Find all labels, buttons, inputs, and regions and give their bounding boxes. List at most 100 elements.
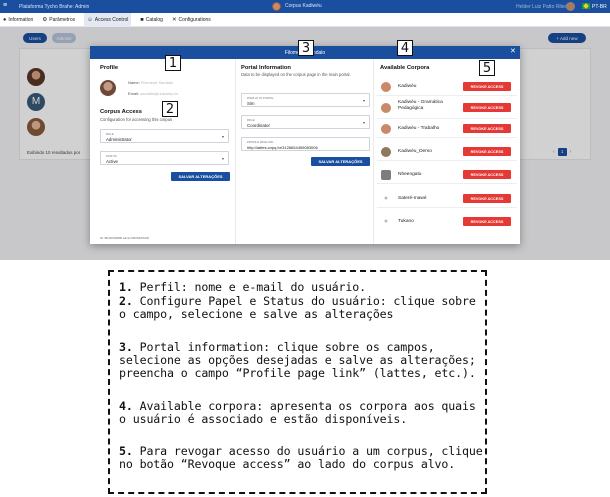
field-value: Active <box>106 158 118 164</box>
save-portal-button[interactable]: SALVAR ALTERAÇÕES <box>311 157 370 166</box>
tab-information[interactable]: ● Information <box>3 13 33 27</box>
instruction-2: 2. Configure Papel e Status do usuário: … <box>119 294 483 322</box>
close-icon[interactable]: ✕ <box>510 48 516 56</box>
portal-info-subtitle: Data to be displayed on the corpus page … <box>241 72 351 77</box>
profile-email: Email: sandalo@unicamp.br <box>128 91 178 96</box>
brazil-flag-icon[interactable] <box>582 3 590 9</box>
tab-catalog[interactable]: ■ Catalog <box>140 13 163 27</box>
corpus-logo-icon <box>381 124 391 134</box>
field-value: http://lattes.cnpq.br/3128654459083006 <box>247 144 318 150</box>
callout-4: 4 <box>397 40 413 56</box>
corpus-access-title: Corpus Access <box>100 109 142 115</box>
settings-icon: ⚙ <box>42 16 48 23</box>
chevron-down-icon: ▾ <box>362 98 365 103</box>
book-icon: ■ <box>140 16 144 23</box>
corpus-name: Kadiwéu - Trabalho <box>398 126 440 131</box>
status-select[interactable]: STATUS Active ▾ <box>100 151 229 165</box>
field-label: STATUS <box>106 153 117 158</box>
person-icon: ● <box>383 218 389 225</box>
tab-access-control[interactable]: ☺ Access Control <box>84 12 132 27</box>
list-item: ● Tukano REVOKE ACCESS <box>377 213 517 231</box>
revoke-access-button[interactable]: REVOKE ACCESS <box>463 194 511 203</box>
field-value: Administrator <box>106 136 132 142</box>
list-item: ● Sateré-mawé REVOKE ACCESS <box>377 190 517 208</box>
user-modal: Filomena Sandalo ✕ Profile Name: Filomen… <box>90 46 520 244</box>
tab-label: Access Control <box>94 16 129 23</box>
revoke-access-button[interactable]: REVOKE ACCESS <box>463 103 511 112</box>
revoke-access-button[interactable]: REVOKE ACCESS <box>463 217 511 226</box>
field-label: DISPLAY IN PORTAL <box>247 95 274 100</box>
app-screenshot: ≡ Plataforma Tycho Brahe: Admin Corpus K… <box>0 0 610 260</box>
portal-role-select[interactable]: ROLE Coordinator ▾ <box>241 115 370 129</box>
email-label: Email: <box>128 91 140 96</box>
language-label[interactable]: PT-BR <box>592 4 607 10</box>
name-label: Name: <box>128 80 140 85</box>
save-access-button[interactable]: SALVAR ALTERAÇÕES <box>171 172 230 181</box>
instruction-number: 3. <box>119 340 133 354</box>
role-select[interactable]: ROLE Administrator ▾ <box>100 129 229 143</box>
top-bar: ≡ Plataforma Tycho Brahe: Admin Corpus K… <box>0 0 610 13</box>
list-item: Kadiwéu_Demo REVOKE ACCESS <box>377 143 517 161</box>
user-avatar[interactable] <box>566 1 575 11</box>
available-corpora-title: Available Corpora <box>380 65 430 71</box>
corpus-name: Nheengatu <box>398 172 422 177</box>
callout-1: 1 <box>165 55 181 71</box>
corpus-logo-icon <box>381 147 391 157</box>
tab-configurations[interactable]: ✕ Configurations <box>172 13 211 27</box>
revoke-access-button[interactable]: REVOKE ACCESS <box>463 170 511 179</box>
display-in-portal-select[interactable]: DISPLAY IN PORTAL Sim ▾ <box>241 93 370 107</box>
tools-icon: ✕ <box>171 16 177 23</box>
revoke-access-button[interactable]: REVOKE ACCESS <box>463 124 511 133</box>
list-item: Nheengatu REVOKE ACCESS <box>377 166 517 184</box>
callout-3: 3 <box>298 40 314 56</box>
instruction-3: 3. Portal information: clique sobre os c… <box>119 340 483 381</box>
callout-2: 2 <box>162 101 178 117</box>
field-label: ROLE <box>106 131 114 136</box>
field-label: ROLE <box>247 117 255 122</box>
instruction-4: 4. Available corpora: apresenta os corpo… <box>119 399 483 427</box>
main-nav: ● Information ⚙ Parâmetros ☺ Access Control… <box>0 12 610 27</box>
email-value: sandalo@unicamp.br <box>140 91 179 96</box>
tab-label: Configurations <box>178 16 211 23</box>
corpus-logo-icon <box>381 170 391 180</box>
instruction-text: Configure Papel e Status do usuário: cli… <box>119 294 476 322</box>
list-item: Kadiwéu - Trabalho REVOKE ACCESS <box>377 120 517 138</box>
revoke-access-button[interactable]: REVOKE ACCESS <box>463 147 511 156</box>
corpus-access-subtitle: Configuration for accessing this corpus <box>100 117 173 122</box>
profile-name: Name: Filomena Sandalo <box>128 80 173 85</box>
info-icon: ● <box>3 16 7 23</box>
profile-photo <box>100 80 116 96</box>
chevron-down-icon: ▾ <box>221 134 224 139</box>
tab-label: Parâmetros <box>49 16 76 23</box>
list-item: Kadiwéu REVOKE ACCESS <box>377 78 517 96</box>
list-item: Kadiwéu - Gramática Pedagógica REVOKE AC… <box>377 97 517 119</box>
name-value: Filomena Sandalo <box>140 80 174 85</box>
instruction-number: 1. <box>119 280 133 294</box>
instruction-text: Available corpora: apresenta os corpora … <box>119 399 476 427</box>
instruction-number: 4. <box>119 399 133 413</box>
instruction-text: Portal information: clique sobre os camp… <box>119 340 476 381</box>
field-value: Sim <box>247 100 255 106</box>
instruction-number: 2. <box>119 294 133 308</box>
people-icon: ☺ <box>87 16 93 23</box>
corpus-name: Tukano <box>398 219 414 224</box>
corpus-logo-icon <box>381 82 391 92</box>
user-name[interactable]: Helder Luiz Patto Ribeiro <box>516 4 572 10</box>
corpus-logo-icon <box>272 1 281 11</box>
corpus-selector[interactable]: Corpus Kadiwéu <box>272 1 322 11</box>
profile-page-link-input[interactable]: PROFILE PAGE URL http://lattes.cnpq.br/3… <box>241 137 370 151</box>
instruction-text: Para revogar acesso do usuário a um corp… <box>119 444 483 472</box>
revoke-access-button[interactable]: REVOKE ACCESS <box>463 82 511 91</box>
portal-info-title: Portal Information <box>241 65 291 71</box>
corpus-name: Corpus Kadiwéu <box>285 3 322 9</box>
corpora-column: Available Corpora Kadiwéu REVOKE ACCESS … <box>373 59 520 244</box>
tab-parametros[interactable]: ⚙ Parâmetros <box>42 13 75 27</box>
instruction-5: 5. Para revogar acesso do usuário a um c… <box>119 444 483 472</box>
instructions-box: 1. Perfil: nome e e-mail do usuário. 2. … <box>108 270 487 494</box>
person-icon: ● <box>383 195 389 202</box>
corpus-logo-icon <box>381 103 391 113</box>
instruction-1: 1. Perfil: nome e e-mail do usuário. <box>119 280 483 294</box>
portal-column: Portal Information Data to be displayed … <box>235 59 373 244</box>
hamburger-icon[interactable]: ≡ <box>3 2 7 10</box>
modal-footer-id: ID: 5fb1bf4f4f08f0 admin PROFESSOR <box>100 236 149 240</box>
